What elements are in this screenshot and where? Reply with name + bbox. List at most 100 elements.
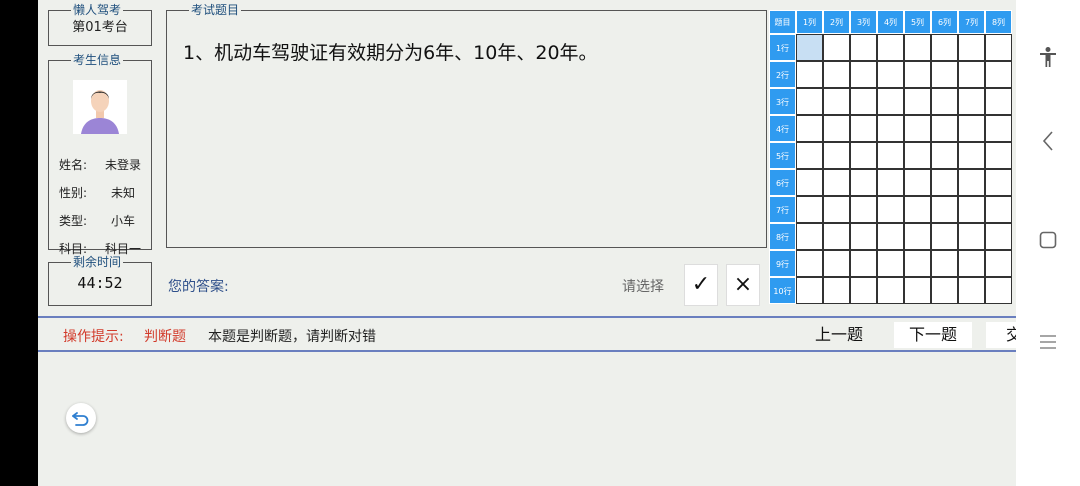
grid-cell[interactable] bbox=[904, 196, 931, 223]
grid-cell[interactable] bbox=[877, 277, 904, 304]
grid-cell[interactable] bbox=[877, 34, 904, 61]
grid-cell[interactable] bbox=[931, 115, 958, 142]
grid-cell[interactable] bbox=[823, 115, 850, 142]
grid-column-header: 6列 bbox=[931, 10, 958, 34]
grid-cell[interactable] bbox=[931, 196, 958, 223]
grid-cell[interactable] bbox=[985, 223, 1012, 250]
grid-column-header: 7列 bbox=[958, 10, 985, 34]
station-panel: 懒人驾考 第01考台 bbox=[48, 4, 152, 46]
grid-cell[interactable] bbox=[958, 277, 985, 304]
submit-button[interactable]: 交 bbox=[986, 322, 1016, 348]
grid-cell[interactable] bbox=[985, 277, 1012, 304]
grid-cell[interactable] bbox=[796, 169, 823, 196]
grid-cell[interactable] bbox=[850, 142, 877, 169]
grid-row-header: 7行 bbox=[769, 196, 796, 223]
grid-cell[interactable] bbox=[931, 34, 958, 61]
grid-cell[interactable] bbox=[823, 277, 850, 304]
answer-correct-button[interactable]: ✓ bbox=[684, 264, 718, 306]
grid-cell[interactable] bbox=[958, 88, 985, 115]
hint-question-type: 判断题 bbox=[144, 329, 186, 345]
grid-cell[interactable] bbox=[850, 61, 877, 88]
grid-cell[interactable] bbox=[904, 115, 931, 142]
grid-cell[interactable] bbox=[823, 142, 850, 169]
grid-cell[interactable] bbox=[877, 61, 904, 88]
grid-cell[interactable] bbox=[877, 196, 904, 223]
grid-cell[interactable] bbox=[931, 88, 958, 115]
grid-cell[interactable] bbox=[985, 115, 1012, 142]
answer-wrong-button[interactable]: × bbox=[726, 264, 760, 306]
grid-cell[interactable] bbox=[958, 142, 985, 169]
grid-cell[interactable] bbox=[877, 223, 904, 250]
grid-cell[interactable] bbox=[985, 196, 1012, 223]
grid-cell[interactable] bbox=[796, 196, 823, 223]
grid-cell[interactable] bbox=[958, 250, 985, 277]
grid-cell[interactable] bbox=[796, 142, 823, 169]
grid-cell[interactable] bbox=[958, 61, 985, 88]
grid-cell[interactable] bbox=[904, 223, 931, 250]
grid-cell[interactable] bbox=[958, 115, 985, 142]
grid-cell[interactable] bbox=[796, 88, 823, 115]
timer-legend: 剩余时间 bbox=[73, 255, 122, 269]
grid-cell[interactable] bbox=[877, 88, 904, 115]
grid-cell[interactable] bbox=[796, 61, 823, 88]
accessibility-icon[interactable] bbox=[1016, 46, 1080, 73]
grid-cell[interactable] bbox=[850, 169, 877, 196]
grid-cell[interactable] bbox=[823, 223, 850, 250]
grid-cell[interactable] bbox=[823, 61, 850, 88]
grid-cell[interactable] bbox=[931, 61, 958, 88]
next-question-button[interactable]: 下一题 bbox=[894, 322, 972, 348]
grid-cell[interactable] bbox=[823, 88, 850, 115]
grid-cell[interactable] bbox=[796, 115, 823, 142]
grid-cell[interactable] bbox=[850, 250, 877, 277]
grid-cell[interactable] bbox=[823, 196, 850, 223]
menu-icon[interactable] bbox=[1016, 332, 1080, 356]
grid-cell[interactable] bbox=[904, 61, 931, 88]
grid-column-header: 4列 bbox=[877, 10, 904, 34]
grid-cell[interactable] bbox=[904, 250, 931, 277]
home-icon[interactable] bbox=[1016, 230, 1080, 254]
grid-cell[interactable] bbox=[850, 223, 877, 250]
grid-cell[interactable] bbox=[877, 250, 904, 277]
grid-cell[interactable] bbox=[877, 142, 904, 169]
grid-cell[interactable] bbox=[850, 88, 877, 115]
grid-cell[interactable] bbox=[823, 250, 850, 277]
grid-cell[interactable] bbox=[931, 277, 958, 304]
grid-cell[interactable] bbox=[850, 115, 877, 142]
grid-cell[interactable] bbox=[850, 277, 877, 304]
grid-cell[interactable] bbox=[958, 169, 985, 196]
grid-cell[interactable] bbox=[850, 34, 877, 61]
grid-cell[interactable] bbox=[904, 88, 931, 115]
grid-cell[interactable] bbox=[985, 142, 1012, 169]
grid-cell[interactable] bbox=[958, 196, 985, 223]
grid-cell[interactable] bbox=[958, 223, 985, 250]
grid-cell[interactable] bbox=[985, 34, 1012, 61]
grid-cell[interactable] bbox=[931, 142, 958, 169]
grid-cell[interactable] bbox=[796, 34, 823, 61]
grid-cell[interactable] bbox=[904, 169, 931, 196]
grid-cell[interactable] bbox=[796, 250, 823, 277]
grid-cell[interactable] bbox=[796, 277, 823, 304]
grid-cell[interactable] bbox=[958, 34, 985, 61]
grid-cell[interactable] bbox=[985, 61, 1012, 88]
grid-cell[interactable] bbox=[904, 142, 931, 169]
back-icon[interactable] bbox=[1016, 130, 1080, 157]
grid-cell[interactable] bbox=[985, 88, 1012, 115]
grid-cell[interactable] bbox=[931, 169, 958, 196]
prev-question-button[interactable]: 上一题 bbox=[800, 322, 878, 348]
grid-cell[interactable] bbox=[877, 115, 904, 142]
grid-cell[interactable] bbox=[931, 223, 958, 250]
grid-cell[interactable] bbox=[850, 196, 877, 223]
grid-cell[interactable] bbox=[931, 250, 958, 277]
grid-column-header: 2列 bbox=[823, 10, 850, 34]
type-value: 小车 bbox=[110, 214, 135, 228]
grid-cell[interactable] bbox=[877, 169, 904, 196]
grid-cell[interactable] bbox=[823, 34, 850, 61]
system-nav-bar bbox=[1016, 0, 1080, 486]
grid-cell[interactable] bbox=[823, 169, 850, 196]
grid-cell[interactable] bbox=[904, 277, 931, 304]
grid-cell[interactable] bbox=[904, 34, 931, 61]
grid-cell[interactable] bbox=[796, 223, 823, 250]
back-button[interactable] bbox=[66, 403, 96, 433]
grid-cell[interactable] bbox=[985, 169, 1012, 196]
grid-cell[interactable] bbox=[985, 250, 1012, 277]
